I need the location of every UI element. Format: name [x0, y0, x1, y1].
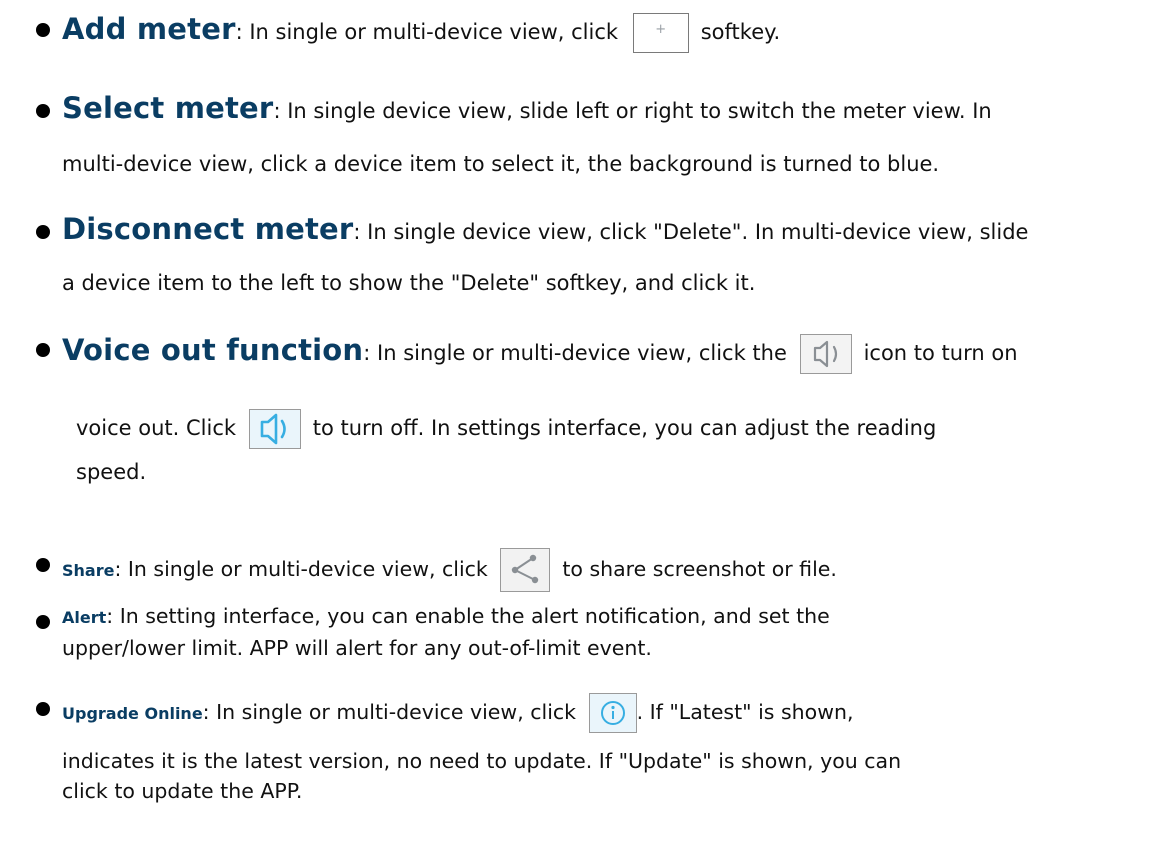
item-title: Disconnect meter: [62, 212, 354, 246]
item-text: multi-device view, click a device item t…: [62, 152, 940, 176]
item-text: softkey.: [700, 20, 781, 44]
list-item-line: Select meter: In single device view, sli…: [62, 94, 992, 123]
list-item-line: voice out. Click to turn off. In setting…: [76, 409, 936, 449]
list-item-line: Voice out function: In single or multi-d…: [62, 334, 1018, 374]
list-item-line: click to update the APP.: [62, 781, 302, 802]
bullet: [36, 104, 50, 118]
list-item-line: a device item to the left to show the "D…: [62, 273, 755, 294]
item-text: speed.: [76, 460, 147, 484]
bullet: [36, 343, 50, 357]
item-text: : In single or multi-device view, click: [114, 557, 488, 581]
list-item-line: Share: In single or multi-device view, c…: [62, 548, 837, 592]
item-title: Voice out function: [62, 333, 364, 367]
list-item-line: Add meter: In single or multi-device vie…: [62, 13, 780, 53]
item-title: Upgrade Online: [62, 704, 203, 723]
item-title: Alert: [62, 608, 107, 627]
info-icon: [588, 693, 637, 733]
item-text: indicates it is the latest version, no n…: [62, 749, 902, 773]
bullet: [36, 702, 50, 716]
bullet: [36, 558, 50, 572]
speaker-icon: [248, 409, 301, 449]
item-text: : In single or multi-device view, click …: [363, 341, 787, 365]
item-text: upper/lower limit. APP will alert for an…: [62, 636, 652, 660]
item-text: : In single device view, click "Delete".…: [353, 220, 1029, 244]
item-text: voice out. Click: [76, 416, 237, 440]
list-item-line: Alert: In setting interface, you can ena…: [62, 606, 830, 627]
list-item-line: indicates it is the latest version, no n…: [62, 751, 901, 772]
share-icon: [500, 548, 551, 592]
item-title: Add meter: [62, 12, 236, 46]
item-title: Share: [62, 561, 115, 580]
list-item-line: upper/lower limit. APP will alert for an…: [62, 638, 652, 659]
item-text: : In single or multi-device view, click: [235, 20, 619, 44]
item-text: click to update the APP.: [62, 779, 303, 803]
item-text: icon to turn on: [863, 341, 1018, 365]
bullet: [36, 225, 50, 239]
plus-icon: +: [632, 13, 689, 53]
list-item-line: multi-device view, click a device item t…: [62, 154, 939, 175]
list-item-line: speed.: [76, 462, 146, 483]
item-text: to share screenshot or file.: [562, 557, 837, 581]
item-text: a device item to the left to show the "D…: [62, 271, 756, 295]
item-text: : In setting interface, you can enable t…: [106, 604, 830, 628]
item-text: : In single or multi-device view, click: [202, 700, 577, 724]
item-text: : In single device view, slide left or r…: [273, 99, 992, 123]
item-title: Select meter: [62, 91, 274, 125]
list-item-line: Upgrade Online: In single or multi-devic…: [62, 693, 853, 733]
item-text: to turn off. In settings interface, you …: [312, 416, 937, 440]
speaker-icon: [799, 334, 852, 374]
bullet: [36, 615, 50, 629]
item-text: . If "Latest" is shown,: [636, 700, 854, 724]
list-item-line: Disconnect meter: In single device view,…: [62, 215, 1028, 244]
bullet: [36, 23, 50, 37]
